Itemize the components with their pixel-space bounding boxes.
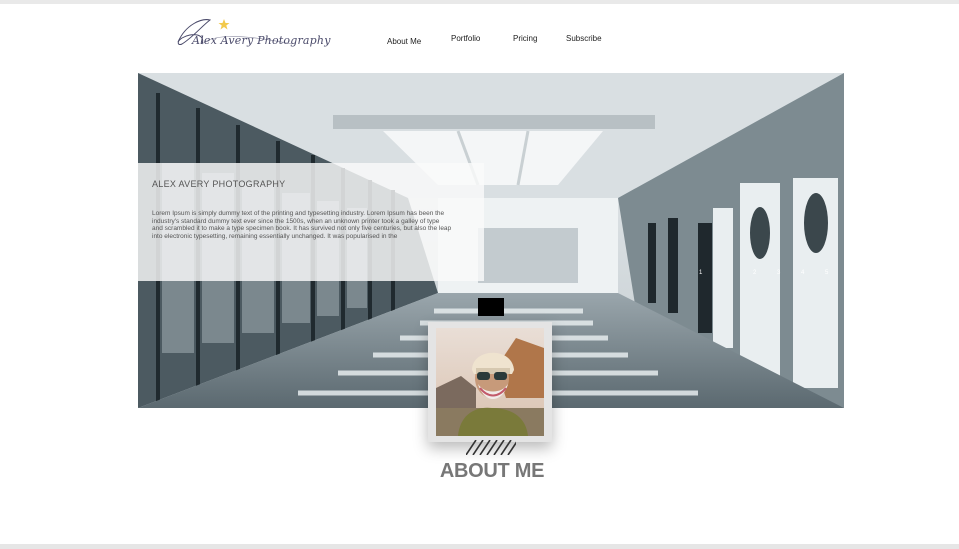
hero-body-text: Lorem Ipsum is simply dummy text of the …	[152, 210, 452, 240]
nav-about-me[interactable]: About Me	[387, 37, 421, 46]
top-strip	[0, 0, 959, 4]
bottom-strip	[0, 544, 959, 549]
main-nav: About Me Portfolio Pricing Subscribe	[0, 34, 959, 48]
profile-photo	[436, 328, 544, 436]
pager-item-4[interactable]: 4	[801, 270, 804, 276]
nav-subscribe[interactable]: Subscribe	[566, 34, 602, 43]
pager-item-2[interactable]: 2	[753, 270, 756, 276]
decorative-black-square	[478, 298, 504, 316]
pager-item-5[interactable]: 5	[825, 270, 828, 276]
pager-item-3[interactable]: 3	[777, 270, 780, 276]
hero-title: ALEX AVERY PHOTOGRAPHY	[152, 179, 286, 189]
about-me-heading: ABOUT ME	[439, 460, 545, 482]
nav-portfolio[interactable]: Portfolio	[451, 34, 480, 43]
profile-photo-card	[428, 322, 552, 442]
nav-pricing[interactable]: Pricing	[513, 34, 537, 43]
pager-item-1[interactable]: 1	[699, 270, 702, 276]
hatch-decoration-icon	[466, 440, 516, 455]
hero-text-panel: ALEX AVERY PHOTOGRAPHY Lorem Ipsum is si…	[138, 163, 484, 281]
